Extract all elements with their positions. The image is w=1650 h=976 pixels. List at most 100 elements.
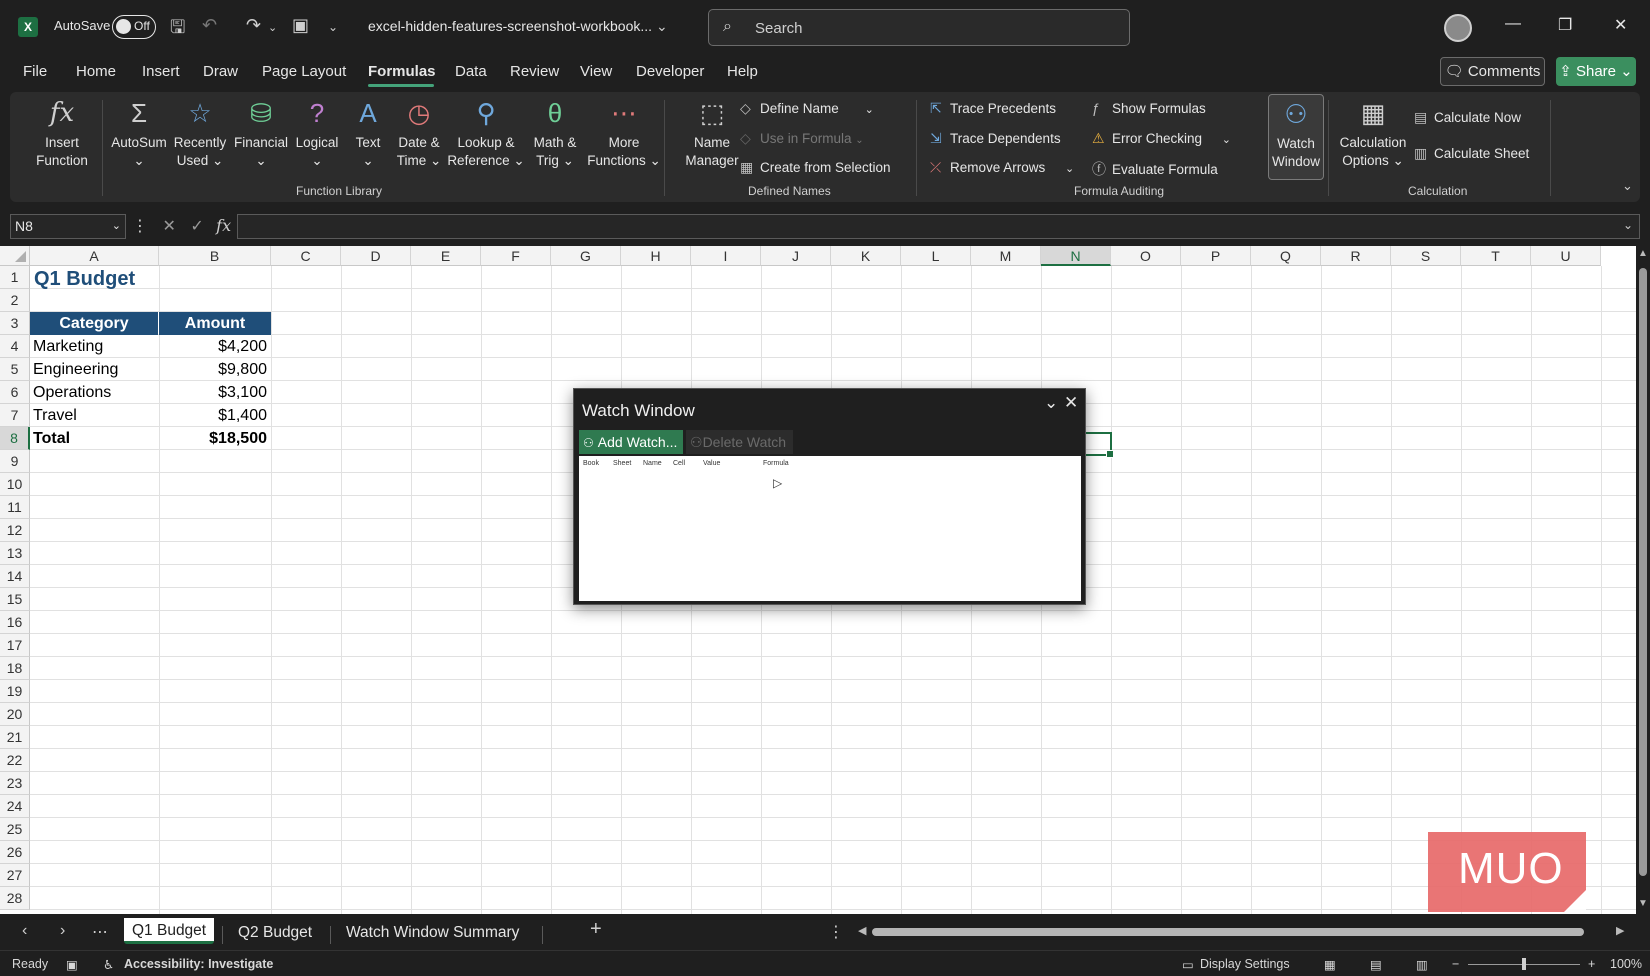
insert-function-button[interactable]: fx Insert Function xyxy=(24,96,100,170)
trace-precedents-button[interactable]: ⇱ Trace Precedents xyxy=(930,100,1056,117)
row-header-11[interactable]: 11 xyxy=(0,496,30,519)
user-avatar[interactable] xyxy=(1444,14,1472,42)
tab-help[interactable]: Help xyxy=(727,63,758,80)
col-sheet[interactable]: Sheet xyxy=(613,460,631,467)
tab-insert[interactable]: Insert xyxy=(142,63,180,80)
column-header-g[interactable]: G xyxy=(551,246,621,266)
minimize-icon[interactable]: — xyxy=(1505,15,1521,33)
col-cell[interactable]: Cell xyxy=(673,460,685,467)
ribbon-collapse-icon[interactable]: ⌄ xyxy=(1622,178,1633,194)
accessibility-status[interactable]: Accessibility: Investigate xyxy=(124,957,273,971)
column-header-a[interactable]: A xyxy=(30,246,159,266)
autosum-button[interactable]: Σ AutoSum ⌄ xyxy=(106,96,172,170)
category-cell[interactable]: Operations xyxy=(33,381,111,404)
scroll-right-icon[interactable]: ▶ xyxy=(1616,924,1624,937)
autosave-toggle[interactable]: Off xyxy=(112,15,156,39)
column-header-d[interactable]: D xyxy=(341,246,411,266)
col-book[interactable]: Book xyxy=(583,460,599,467)
scroll-left-icon[interactable]: ◀ xyxy=(858,924,866,937)
column-header-n[interactable]: N xyxy=(1041,246,1111,266)
tab-draw[interactable]: Draw xyxy=(203,63,238,80)
filename-chevron-down-icon[interactable]: ⌄ xyxy=(656,18,668,35)
more-sheets-icon[interactable]: ⋯ xyxy=(92,922,108,942)
total-label-cell[interactable]: Total xyxy=(33,427,70,450)
scroll-down-icon[interactable]: ▼ xyxy=(1638,898,1648,909)
row-header-20[interactable]: 20 xyxy=(0,703,30,726)
zoom-level[interactable]: 100% xyxy=(1610,957,1642,971)
tab-file[interactable]: File xyxy=(23,63,47,80)
column-header-b[interactable]: B xyxy=(159,246,271,266)
accessibility-icon[interactable]: ♿ xyxy=(103,957,114,972)
column-header-t[interactable]: T xyxy=(1461,246,1531,266)
cancel-icon[interactable]: ✕ xyxy=(162,218,175,235)
sheet-tab-q1-budget[interactable]: Q1 Budget xyxy=(124,918,215,944)
show-formulas-button[interactable]: ƒ Show Formulas xyxy=(1092,100,1206,116)
column-header-k[interactable]: K xyxy=(831,246,901,266)
row-header-1[interactable]: 1 xyxy=(0,266,30,289)
column-header-h[interactable]: H xyxy=(621,246,691,266)
row-header-26[interactable]: 26 xyxy=(0,841,30,864)
amount-cell[interactable]: $4,200 xyxy=(159,335,271,358)
row-header-14[interactable]: 14 xyxy=(0,565,30,588)
zoom-in-icon[interactable]: + xyxy=(1588,957,1595,971)
row-header-4[interactable]: 4 xyxy=(0,335,30,358)
row-header-27[interactable]: 27 xyxy=(0,864,30,887)
prev-sheet-icon[interactable]: ‹ xyxy=(22,922,27,940)
error-checking-button[interactable]: ⚠ Error Checking ⌄ xyxy=(1092,130,1231,147)
column-header-s[interactable]: S xyxy=(1391,246,1461,266)
use-in-formula-button[interactable]: ◇ Use in Formula ⌄ xyxy=(740,130,864,147)
row-header-8[interactable]: 8 xyxy=(0,427,30,450)
insert-function-fx-icon[interactable]: fx xyxy=(216,216,231,235)
column-header-l[interactable]: L xyxy=(901,246,971,266)
column-header-p[interactable]: P xyxy=(1181,246,1251,266)
category-cell[interactable]: Marketing xyxy=(33,335,103,358)
restore-icon[interactable]: ❐ xyxy=(1558,15,1572,35)
file-name[interactable]: excel-hidden-features-screenshot-workboo… xyxy=(368,18,652,34)
zoom-out-icon[interactable]: − xyxy=(1452,957,1459,971)
delete-watch-button[interactable]: ⚇Delete Watch xyxy=(686,430,793,454)
header-category-cell[interactable]: Category xyxy=(30,312,158,335)
amount-cell[interactable]: $3,100 xyxy=(159,381,271,404)
share-button[interactable]: ⇪ Share ⌄ xyxy=(1556,57,1636,86)
row-header-10[interactable]: 10 xyxy=(0,473,30,496)
category-cell[interactable]: Engineering xyxy=(33,358,118,381)
watch-list[interactable]: Book Sheet Name Cell Value Formula ▷ xyxy=(579,456,1081,601)
sheet-tab-q2-budget[interactable]: Q2 Budget xyxy=(230,920,320,946)
vertical-scrollbar[interactable]: ▲ ▼ xyxy=(1636,246,1650,914)
horizontal-scroll-thumb[interactable] xyxy=(872,928,1584,936)
row-header-25[interactable]: 25 xyxy=(0,818,30,841)
tab-review[interactable]: Review xyxy=(510,63,559,80)
tab-data[interactable]: Data xyxy=(455,63,487,80)
row-header-19[interactable]: 19 xyxy=(0,680,30,703)
sheet-title-cell[interactable]: Q1 Budget xyxy=(34,268,135,291)
vertical-scroll-thumb[interactable] xyxy=(1639,268,1647,876)
calculate-now-button[interactable]: ▤ Calculate Now xyxy=(1414,109,1521,126)
formula-expand-icon[interactable]: ⌄ xyxy=(1623,218,1633,232)
formula-input[interactable]: ⌄ xyxy=(237,214,1640,239)
add-sheet-icon[interactable]: + xyxy=(590,918,602,941)
column-header-m[interactable]: M xyxy=(971,246,1041,266)
more-functions-button[interactable]: ⋯ More Functions ⌄ xyxy=(582,96,666,170)
row-header-6[interactable]: 6 xyxy=(0,381,30,404)
header-amount-cell[interactable]: Amount xyxy=(159,312,271,335)
add-watch-button[interactable]: ⚇ Add Watch... xyxy=(579,430,683,454)
calculation-options-button[interactable]: ▦ Calculation Options ⌄ xyxy=(1332,96,1414,170)
scroll-up-icon[interactable]: ▲ xyxy=(1638,248,1648,259)
remove-arrows-button[interactable]: ⤫ Remove Arrows ⌄ xyxy=(930,159,1074,176)
calculate-sheet-button[interactable]: ▥ Calculate Sheet xyxy=(1414,145,1529,162)
row-header-5[interactable]: 5 xyxy=(0,358,30,381)
column-header-o[interactable]: O xyxy=(1111,246,1181,266)
macro-record-icon[interactable]: ▣ xyxy=(66,957,78,972)
enter-icon[interactable]: ✓ xyxy=(190,218,203,235)
amount-cell[interactable]: $9,800 xyxy=(159,358,271,381)
col-name[interactable]: Name xyxy=(643,460,662,467)
select-all-corner[interactable] xyxy=(0,246,30,266)
row-header-28[interactable]: 28 xyxy=(0,887,30,910)
customize-toolbar-icon[interactable]: ⌄ xyxy=(328,20,338,34)
watch-window-button[interactable]: ⚇ Watch Window xyxy=(1268,94,1324,180)
tab-formulas[interactable]: Formulas xyxy=(368,63,436,80)
row-header-13[interactable]: 13 xyxy=(0,542,30,565)
next-sheet-icon[interactable]: › xyxy=(60,922,65,940)
tab-page-layout[interactable]: Page Layout xyxy=(262,63,346,80)
column-header-u[interactable]: U xyxy=(1531,246,1601,266)
